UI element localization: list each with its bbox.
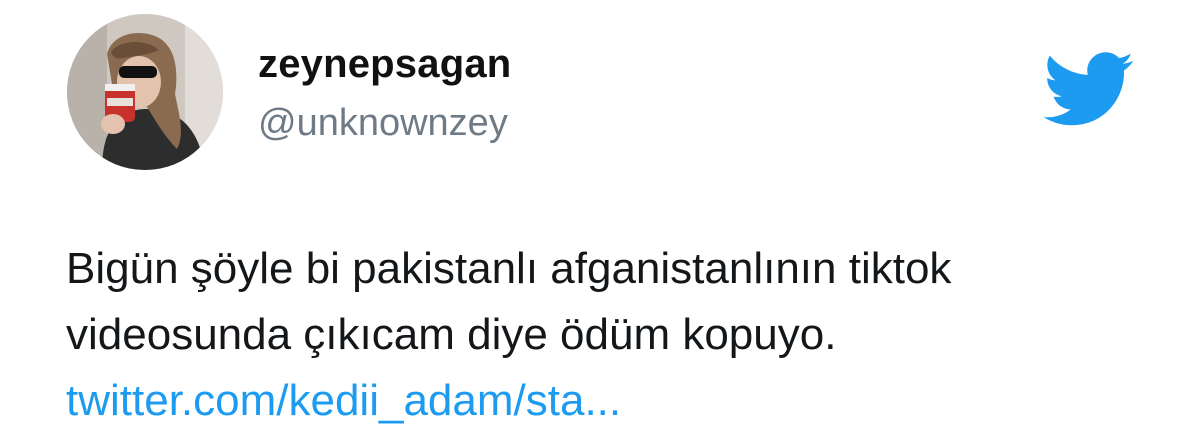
- avatar[interactable]: [67, 14, 223, 170]
- tweet-text: Bigün şöyle bi pakistanlı afganistanlını…: [66, 236, 1166, 434]
- tweet-link[interactable]: twitter.com/kedii_adam/sta...: [66, 368, 1166, 434]
- tweet-text-line-2: videosunda çıkıcam diye ödüm kopuyo.: [66, 310, 837, 359]
- avatar-photo: [67, 14, 223, 170]
- twitter-bird-icon[interactable]: [1043, 52, 1135, 128]
- tweet-text-line-1: Bigün şöyle bi pakistanlı afganistanlını…: [66, 244, 952, 293]
- author-handle[interactable]: @unknownzey: [258, 100, 508, 146]
- tweet-card: zeynepsagan @unknownzey Bigün şöyle bi p…: [0, 0, 1200, 434]
- author-display-name[interactable]: zeynepsagan: [258, 40, 511, 88]
